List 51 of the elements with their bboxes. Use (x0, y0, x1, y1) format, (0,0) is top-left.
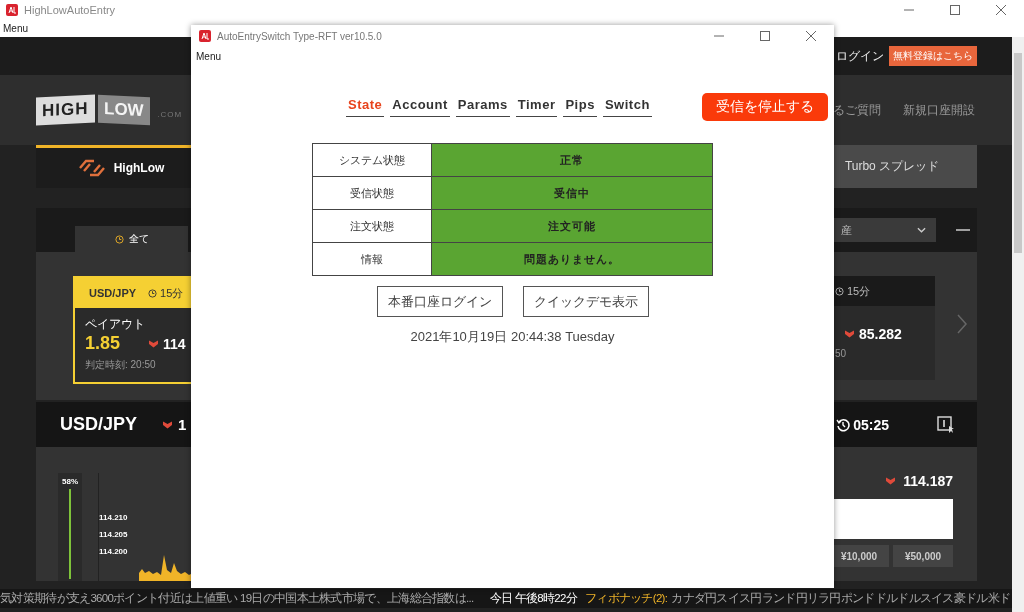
action-button[interactable]: クイックデモ表示 (522, 286, 649, 317)
status-value: 注文可能 (431, 209, 713, 243)
login-link[interactable]: ログイン (836, 47, 884, 65)
alert-text: カナダ円スイス円ランド円リラ円ポンドドルドルスイス豪ドル米ド (671, 591, 1011, 606)
axis-label: 114.205 (99, 530, 129, 539)
action-button[interactable]: 本番口座ログイン (376, 286, 503, 317)
logo-word: HIGH (36, 94, 95, 126)
tab[interactable]: Params (455, 97, 510, 117)
rate-value: 85.282 (845, 326, 902, 342)
countdown: 05:25 (836, 416, 889, 433)
tab[interactable]: Timer (515, 97, 558, 117)
card-pair: USD/JPY (89, 287, 137, 299)
filter-tab[interactable]: 全て (75, 226, 188, 252)
rate-value: 114 (149, 336, 186, 352)
alert-label: フィボナッチ(2): (584, 591, 668, 606)
nav-link[interactable]: 新規口座開設 (903, 101, 975, 119)
status-value: 受信中 (431, 176, 713, 210)
asset-rate: 1 (163, 416, 187, 433)
close-time: 50 (835, 348, 848, 359)
tab[interactable]: Account (390, 97, 450, 117)
tab[interactable]: Pips (563, 97, 597, 117)
dialog-title: AutoEntrySwitch Type-RFT ver10.5.0 (217, 30, 382, 42)
status-label: 注文状態 (312, 209, 432, 243)
news-text: 気対策期待が支え3600ポイント付近は上値重い 19日の中国本土株式市場で、上海総合指数は... (0, 591, 474, 606)
sentiment-label: 58% (62, 477, 78, 486)
logo-word: .COM (157, 109, 183, 119)
status-label: 受信状態 (312, 176, 432, 210)
logo-word: LOW (97, 94, 150, 126)
menu-item[interactable]: Menu (3, 23, 28, 34)
amount-button[interactable]: ¥50,000 (893, 545, 953, 567)
ticker-time: 今日 午後8時22分 (489, 591, 577, 606)
nav-link[interactable]: るご質問 (833, 101, 881, 119)
card-duration: 15分 (148, 285, 184, 301)
axis-label: 114.200 (99, 547, 129, 556)
status-value: 正常 (431, 143, 713, 177)
datetime-text: 2021年10月19日 20:44:38 Tuesday (410, 329, 615, 344)
menu-item[interactable]: Menu (196, 51, 221, 62)
payout-label: ペイアウト (85, 316, 145, 333)
close-time: 判定時刻: 20:50 (85, 358, 157, 372)
status-label: システム状態 (312, 143, 432, 177)
asset-pair: USD/JPY (60, 414, 138, 435)
tab[interactable]: Switch (602, 97, 652, 117)
card-duration: 15分 (835, 283, 871, 299)
stop-button[interactable]: 受信を停止する (702, 93, 828, 121)
payout-value: 1.85 (85, 333, 122, 354)
tab[interactable]: State (346, 97, 385, 117)
window-title: HighLowAutoEntry (24, 4, 116, 16)
trade-rate: 114.187 (886, 473, 953, 489)
status-label: 情報 (312, 242, 432, 276)
status-value: 問題ありません。 (431, 242, 713, 276)
axis-label: 114.210 (99, 513, 129, 522)
